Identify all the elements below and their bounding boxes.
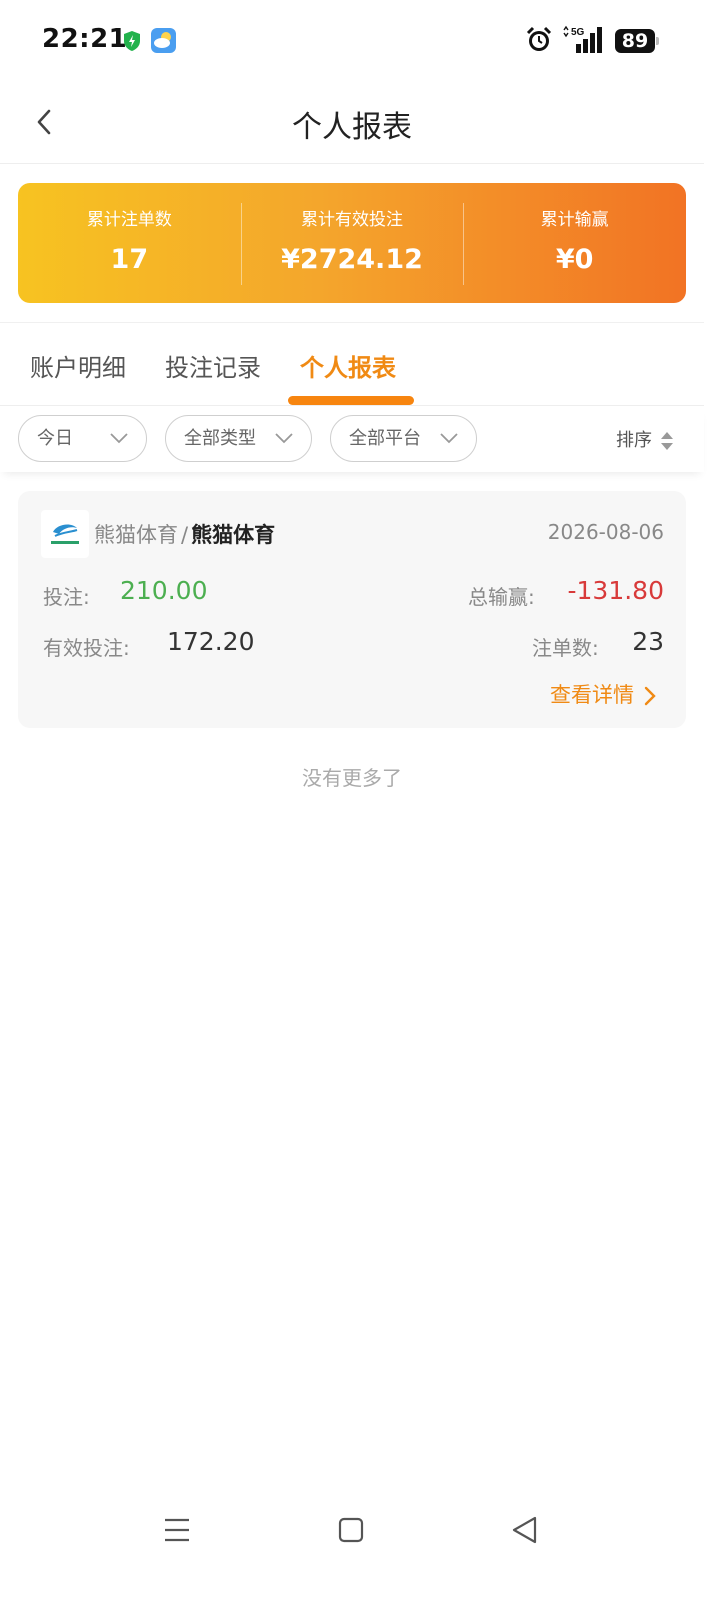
active-tab-indicator (288, 396, 414, 405)
platform-name: 熊猫体育 / 熊猫体育 (94, 519, 275, 549)
winloss-label: 总输赢: (468, 585, 535, 609)
sort-label: 排序 (616, 430, 652, 451)
battery-level: 89 (615, 29, 655, 53)
winloss-value: -131.80 (567, 576, 665, 605)
list-end-text: 没有更多了 (302, 766, 402, 790)
bet-count-value: 23 (632, 627, 664, 656)
platform-filter-dropdown[interactable]: 全部平台 (330, 415, 477, 462)
battery-icon: 89 (615, 29, 659, 53)
record-date: 2026-08-06 (547, 520, 664, 544)
bet-count-label: 注单数: (532, 636, 599, 660)
bet-value: 210.00 (120, 576, 208, 605)
summary-item-total-bets: 累计注单数 17 (18, 183, 241, 303)
valid-bet-label: 有效投注: (43, 636, 130, 660)
summary-value: ¥0 (555, 244, 594, 275)
tab-account-details[interactable]: 账户明细 (30, 348, 126, 383)
platform-sub: 熊猫体育 (191, 523, 276, 547)
platform-logo (41, 510, 89, 558)
app-header: 个人报表 (0, 80, 704, 164)
summary-label: 累计注单数 (86, 210, 172, 230)
summary-value: 17 (110, 244, 149, 275)
menu-icon[interactable] (157, 1510, 197, 1550)
tab-personal-report[interactable]: 个人报表 (300, 348, 396, 383)
tab-bar: 账户明细 投注记录 个人报表 (0, 324, 704, 406)
summary-label: 累计输赢 (540, 210, 609, 230)
chevron-down-icon (110, 433, 128, 444)
shield-icon (124, 31, 140, 51)
status-bar: 22:21 5G 89 (0, 0, 704, 80)
view-details-link[interactable]: 查看详情 (550, 679, 656, 709)
platform-main: 熊猫体育 (94, 523, 178, 547)
page-title: 个人报表 (292, 110, 412, 145)
status-time: 22:21 (42, 24, 128, 54)
summary-card: 累计注单数 17 累计有效投注 ¥2724.12 累计输赢 ¥0 (18, 183, 686, 303)
bet-label: 投注: (43, 585, 90, 609)
summary-item-valid-bets: 累计有效投注 ¥2724.12 (240, 183, 464, 303)
filter-bar: 今日 全部类型 全部平台 排序 (0, 406, 704, 472)
summary-item-total-winloss: 累计输赢 ¥0 (463, 183, 686, 303)
type-filter-dropdown[interactable]: 全部类型 (165, 415, 312, 462)
chevron-down-icon (440, 433, 458, 444)
view-details-label: 查看详情 (550, 683, 634, 707)
summary-value: ¥2724.12 (281, 244, 423, 275)
alarm-icon (526, 26, 552, 51)
report-record-card: 熊猫体育 / 熊猫体育 2026-08-06 投注: 210.00 总输赢: -13… (18, 491, 686, 728)
date-filter-value: 今日 (37, 428, 73, 449)
home-icon[interactable] (331, 1510, 371, 1550)
valid-bet-value: 172.20 (167, 627, 255, 656)
summary-label: 累计有效投注 (301, 210, 403, 230)
date-filter-dropdown[interactable]: 今日 (18, 415, 147, 462)
sort-button[interactable]: 排序 (616, 426, 674, 452)
divider (0, 322, 704, 323)
platform-filter-value: 全部平台 (349, 428, 421, 449)
system-nav-bar (0, 1490, 704, 1568)
back-icon[interactable] (505, 1510, 545, 1550)
tab-bet-records[interactable]: 投注记录 (165, 348, 261, 383)
chevron-right-icon (644, 686, 656, 706)
network-type: 5G (571, 27, 585, 38)
platform-separator: / (181, 523, 189, 547)
type-filter-value: 全部类型 (184, 428, 256, 449)
signal-icon: 5G (563, 25, 602, 53)
sort-icon (661, 432, 673, 450)
weather-icon (151, 28, 176, 53)
chevron-down-icon (275, 433, 293, 444)
